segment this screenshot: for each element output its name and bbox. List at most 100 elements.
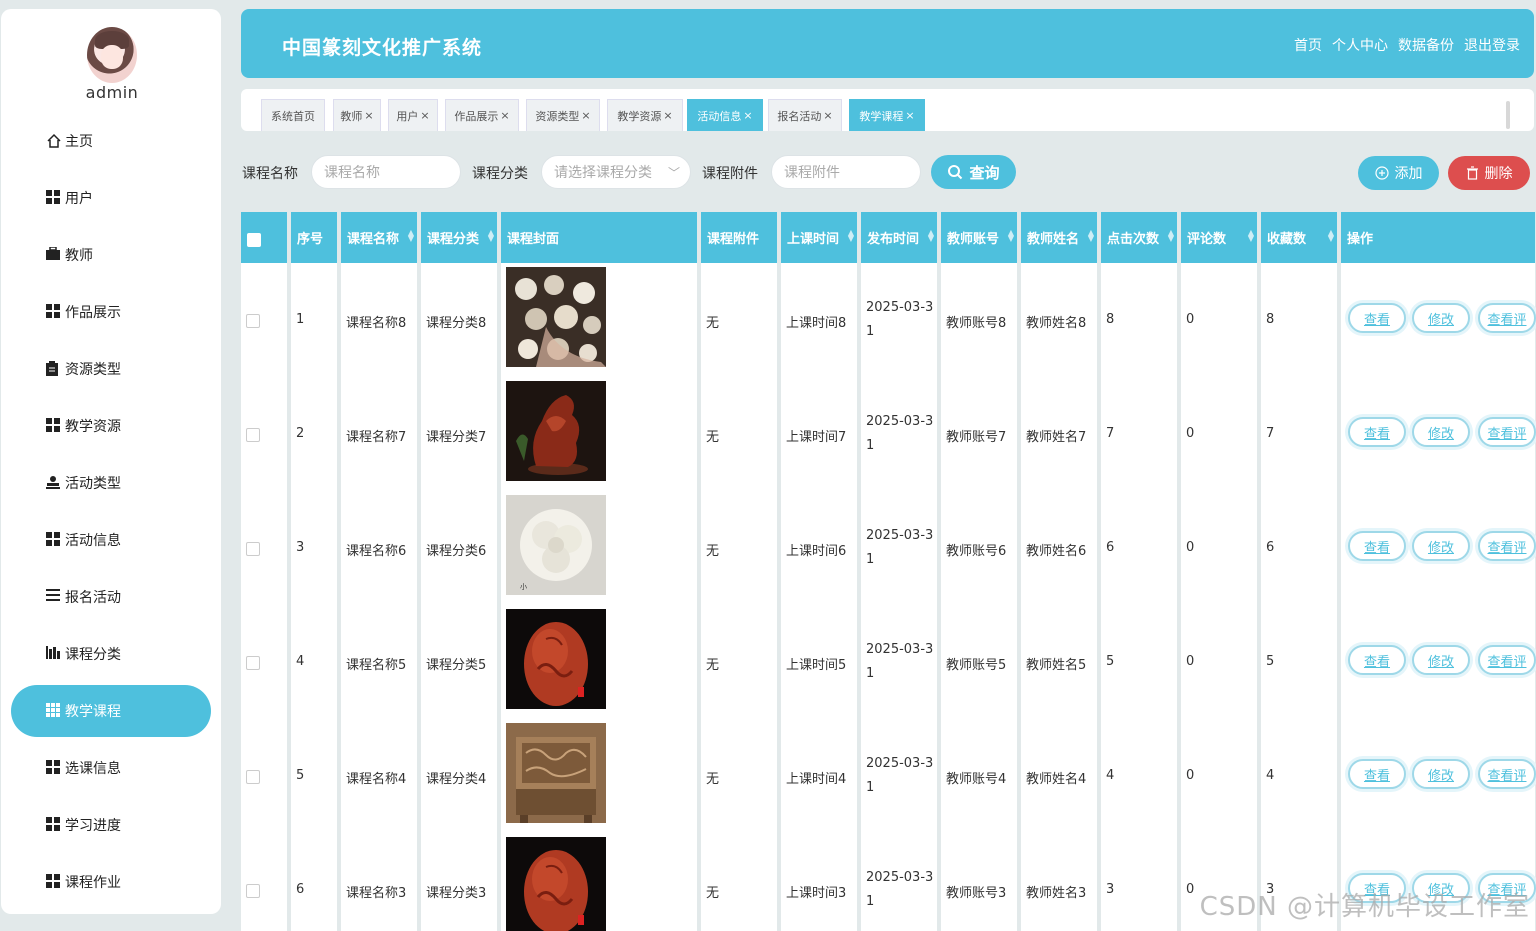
view-comments-button[interactable]: 查看评 [1478, 759, 1536, 789]
sidebar-item-0[interactable]: 主页 [11, 115, 211, 167]
close-icon[interactable]: × [823, 109, 832, 122]
view-button[interactable]: 查看 [1348, 531, 1406, 561]
add-button[interactable]: 添加 [1358, 156, 1439, 190]
column-header[interactable]: 收藏数 ▲ ▼ [1261, 212, 1337, 263]
sort-icon[interactable]: ▲ ▼ [1008, 229, 1014, 243]
course-cover-image[interactable] [506, 381, 606, 481]
select-all-checkbox[interactable] [247, 233, 261, 247]
sort-icon[interactable]: ▲ ▼ [408, 229, 414, 243]
course-cover-image[interactable] [506, 267, 606, 367]
query-button[interactable]: 查询 [931, 155, 1016, 189]
tab-7[interactable]: 报名活动 × [768, 99, 842, 131]
view-button[interactable]: 查看 [1348, 645, 1406, 675]
sidebar-item-label: 作品展示 [65, 305, 121, 321]
row-checkbox[interactable] [246, 770, 260, 784]
sort-icon[interactable]: ▲ ▼ [1088, 229, 1094, 243]
column-header[interactable]: 发布时间 ▲ ▼ [861, 212, 937, 263]
view-comments-button[interactable]: 查看评 [1478, 303, 1536, 333]
tab-6[interactable]: 活动信息 × [687, 99, 763, 131]
delete-button[interactable]: 删除 [1448, 156, 1530, 190]
column-header[interactable]: 课程附件 [701, 212, 777, 263]
sidebar-item-2[interactable]: 教师 [11, 229, 211, 281]
edit-button[interactable]: 修改 [1412, 417, 1470, 447]
column-header[interactable]: 课程封面 [501, 212, 697, 263]
view-comments-button[interactable]: 查看评 [1478, 417, 1536, 447]
sidebar-item-1[interactable]: 用户 [11, 172, 211, 224]
view-button[interactable]: 查看 [1348, 417, 1406, 447]
profile-link[interactable]: 个人中心 [1332, 35, 1388, 55]
tab-0[interactable]: 系统首页 [261, 99, 325, 131]
column-header[interactable]: 教师姓名 ▲ ▼ [1021, 212, 1097, 263]
edit-button[interactable]: 修改 [1412, 759, 1470, 789]
course-name-input[interactable]: 课程名称 [311, 155, 461, 189]
row-checkbox[interactable] [246, 884, 260, 898]
course-cover-image[interactable] [506, 837, 606, 931]
tab-2[interactable]: 用户 × [388, 99, 438, 131]
column-header[interactable]: 序号 [291, 212, 337, 263]
column-body [1261, 263, 1337, 931]
course-name-label: 课程名称 [242, 166, 298, 182]
category-select[interactable]: 请选择课程分类 ﹀ [541, 155, 691, 189]
backup-link[interactable]: 数据备份 [1398, 35, 1454, 55]
row-index: 4 [296, 654, 305, 669]
sidebar-item-8[interactable]: 报名活动 [11, 571, 211, 623]
close-icon[interactable]: × [364, 109, 373, 122]
sidebar-item-3[interactable]: 作品展示 [11, 286, 211, 338]
view-button[interactable]: 查看 [1348, 759, 1406, 789]
column-header[interactable]: 教师账号 ▲ ▼ [941, 212, 1017, 263]
select-all-header[interactable] [241, 212, 287, 263]
course-cover-image[interactable] [506, 723, 606, 823]
close-icon[interactable]: × [581, 109, 590, 122]
view-comments-button[interactable]: 查看评 [1478, 531, 1536, 561]
row-checkbox[interactable] [246, 656, 260, 670]
teacher-account-cell: 教师账号8 [946, 316, 1007, 331]
sidebar-item-10[interactable]: 教学课程 [11, 685, 211, 737]
sort-icon[interactable]: ▲ ▼ [1168, 229, 1174, 243]
close-icon[interactable]: × [905, 109, 914, 122]
column-header[interactable]: 操作 [1341, 212, 1535, 263]
edit-button[interactable]: 修改 [1412, 303, 1470, 333]
sidebar-item-12[interactable]: 学习进度 [11, 799, 211, 851]
logout-link[interactable]: 退出登录 [1464, 35, 1520, 55]
column-header[interactable]: 评论数 ▲ ▼ [1181, 212, 1257, 263]
column-header[interactable]: 点击次数 ▲ ▼ [1101, 212, 1177, 263]
column-header[interactable]: 课程名称 ▲ ▼ [341, 212, 417, 263]
close-icon[interactable]: × [663, 109, 672, 122]
tab-4[interactable]: 资源类型 × [526, 99, 600, 131]
tabs-scrollbar[interactable] [1506, 101, 1510, 129]
row-checkbox[interactable] [246, 314, 260, 328]
avatar[interactable] [87, 27, 137, 83]
tab-8[interactable]: 教学课程 × [849, 99, 925, 131]
course-cover-image[interactable] [506, 609, 606, 709]
view-button[interactable]: 查看 [1348, 303, 1406, 333]
column-header[interactable]: 课程分类 ▲ ▼ [421, 212, 497, 263]
sidebar-item-7[interactable]: 活动信息 [11, 514, 211, 566]
close-icon[interactable]: × [420, 109, 429, 122]
close-icon[interactable]: × [743, 109, 752, 122]
home-link[interactable]: 首页 [1294, 35, 1322, 55]
edit-button[interactable]: 修改 [1412, 531, 1470, 561]
attachment-input[interactable]: 课程附件 [771, 155, 921, 189]
sidebar-item-5[interactable]: 教学资源 [11, 400, 211, 452]
publish-time-cell: 2025-03-3 [866, 300, 934, 315]
sidebar-item-11[interactable]: 选课信息 [11, 742, 211, 794]
sidebar-item-13[interactable]: 课程作业 [11, 856, 211, 908]
tab-3[interactable]: 作品展示 × [445, 99, 519, 131]
sort-icon[interactable]: ▲ ▼ [488, 229, 494, 243]
sort-icon[interactable]: ▲ ▼ [928, 229, 934, 243]
tab-5[interactable]: 教学资源 × [607, 99, 683, 131]
sort-icon[interactable]: ▲ ▼ [1248, 229, 1254, 243]
course-cover-image[interactable]: 小 [506, 495, 606, 595]
tab-1[interactable]: 教师 × [333, 99, 381, 131]
sidebar-item-6[interactable]: 活动类型 [11, 457, 211, 509]
sidebar-item-9[interactable]: 课程分类 [11, 628, 211, 680]
view-comments-button[interactable]: 查看评 [1478, 645, 1536, 675]
column-header[interactable]: 上课时间 ▲ ▼ [781, 212, 857, 263]
sort-icon[interactable]: ▲ ▼ [848, 229, 854, 243]
row-checkbox[interactable] [246, 428, 260, 442]
row-checkbox[interactable] [246, 542, 260, 556]
sort-icon[interactable]: ▲ ▼ [1328, 229, 1334, 243]
edit-button[interactable]: 修改 [1412, 645, 1470, 675]
close-icon[interactable]: × [500, 109, 509, 122]
sidebar-item-4[interactable]: 资源类型 [11, 343, 211, 395]
